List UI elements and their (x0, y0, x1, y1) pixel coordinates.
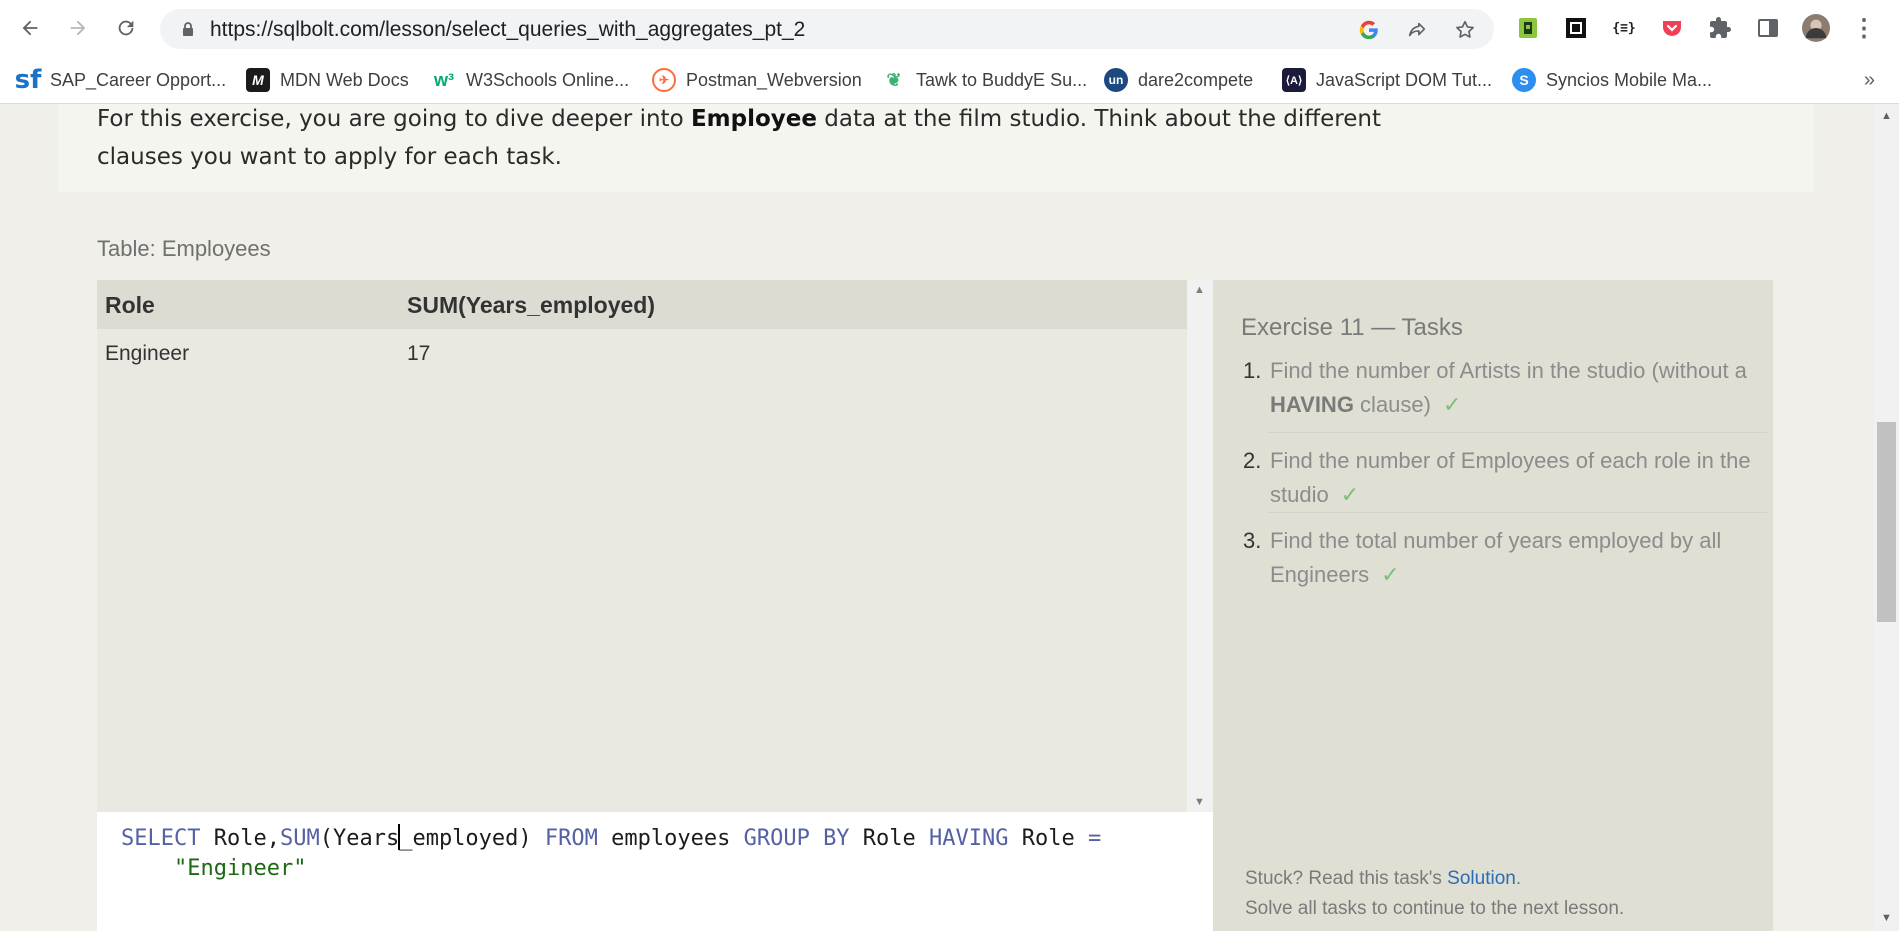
forward-button[interactable] (60, 10, 96, 46)
back-button[interactable] (12, 10, 48, 46)
tasks-title: Exercise 11 — Tasks (1241, 314, 1463, 341)
check-icon: ✓ (1340, 482, 1360, 507)
browser-toolbar: https://sqlbolt.com/lesson/select_querie… (0, 0, 1899, 57)
bookmark-item[interactable]: ⟨A⟩ JavaScript DOM Tut... (1282, 66, 1492, 94)
url-text: https://sqlbolt.com/lesson/select_querie… (210, 18, 806, 41)
tawk-icon: ❦ (882, 68, 906, 92)
task-text: Find the number of Employees of each rol… (1270, 448, 1751, 507)
address-bar[interactable]: https://sqlbolt.com/lesson/select_querie… (160, 9, 1494, 49)
task-divider (1267, 512, 1767, 513)
bookmarks-bar: sf SAP_Career Opport... M MDN Web Docs w… (0, 57, 1899, 104)
help-text: Stuck? Read this task's Solution. Solve … (1245, 868, 1625, 919)
lesson-page: For this exercise, you are going to dive… (0, 104, 1874, 931)
share-icon[interactable] (1404, 17, 1430, 43)
bookmark-star-icon[interactable] (1452, 17, 1478, 43)
bookmark-item[interactable]: ❦ Tawk to BuddyE Su... (882, 66, 1087, 94)
results-scrollbar[interactable]: ▲ ▼ (1187, 280, 1213, 812)
query-results-table: Role SUM(Years_employed) Engineer 17 (97, 280, 1187, 812)
syncios-icon: S (1512, 68, 1536, 92)
bookmark-item[interactable]: ✈ Postman_Webversion (652, 66, 862, 94)
column-header: SUM(Years_employed) (407, 292, 655, 318)
continue-hint: Solve all tasks to continue to the next … (1245, 898, 1625, 919)
chrome-menu-icon[interactable]: ⋮ (1850, 14, 1878, 42)
reload-icon (118, 20, 134, 36)
page-scroll-down-arrow-icon[interactable]: ▼ (1881, 912, 1892, 924)
reload-button[interactable] (108, 10, 144, 46)
side-panel-icon[interactable] (1754, 14, 1782, 42)
pocket-icon[interactable] (1658, 14, 1686, 42)
task-text: Find the total number of years employed … (1270, 528, 1722, 587)
bookmark-item[interactable]: S Syncios Mobile Ma... (1512, 66, 1712, 94)
profile-avatar[interactable] (1802, 14, 1830, 42)
lock-icon (183, 22, 193, 36)
bookmark-label: dare2compete (1138, 69, 1254, 90)
green-extension-icon[interactable] (1514, 14, 1542, 42)
w3schools-icon: w³ (432, 68, 456, 92)
page-scroll-up-arrow-icon[interactable]: ▲ (1881, 110, 1892, 122)
page-scrollbar-thumb[interactable] (1877, 422, 1896, 622)
table-cell: 17 (407, 342, 431, 365)
postman-icon: ✈ (652, 68, 676, 92)
bookmark-label: Postman_Webversion (686, 69, 862, 90)
scroll-down-arrow-icon[interactable]: ▼ (1194, 796, 1205, 808)
bookmark-item[interactable]: sf SAP_Career Opport... (14, 65, 227, 95)
exercise-intro-text: For this exercise, you are going to dive… (97, 106, 1381, 170)
exercise-intro-card: For this exercise, you are going to dive… (58, 104, 1814, 192)
bookmark-item[interactable]: M MDN Web Docs (246, 66, 409, 94)
page-scrollbar[interactable]: ▲ ▼ (1874, 104, 1899, 931)
sql-query-text[interactable]: SELECT Role,SUM(Years_employed) FROM emp… (121, 824, 1101, 884)
table-caption: Table: Employees (97, 236, 271, 261)
task-divider (1267, 432, 1767, 433)
google-icon[interactable] (1356, 17, 1382, 43)
solution-link[interactable]: Solution (1447, 868, 1516, 889)
intro-bold-term: Employee (690, 106, 817, 132)
bookmark-label: Syncios Mobile Ma... (1546, 69, 1713, 90)
bookmarks-overflow-button[interactable]: » (1864, 69, 1875, 92)
bookmark-item[interactable]: un dare2compete (1104, 66, 1253, 94)
js-dom-icon: ⟨A⟩ (1282, 68, 1306, 92)
bookmark-label: Tawk to BuddyE Su... (916, 69, 1088, 90)
task-number: 2. (1243, 448, 1262, 473)
sql-editor[interactable]: SELECT Role,SUM(Years_employed) FROM emp… (97, 812, 1213, 931)
task-number: 1. (1243, 358, 1262, 383)
json-formatter-icon[interactable]: {≡} (1610, 14, 1638, 42)
frame-extension-icon[interactable] (1562, 14, 1590, 42)
table-header-row: Role SUM(Years_employed) (97, 280, 1187, 329)
task-text: Find the number of Artists in the studio… (1270, 358, 1747, 417)
column-header: Role (105, 292, 155, 318)
mdn-icon: M (246, 68, 270, 92)
task-number: 3. (1243, 528, 1262, 553)
scroll-up-arrow-icon[interactable]: ▲ (1194, 284, 1205, 296)
back-arrow-icon (22, 20, 38, 36)
check-icon: ✓ (1381, 562, 1400, 587)
unstop-icon: un (1104, 68, 1128, 92)
bookmark-item[interactable]: w³ W3Schools Online... (432, 66, 629, 94)
sap-icon: sf (14, 65, 42, 95)
check-icon: ✓ (1442, 392, 1462, 417)
bookmark-label: MDN Web Docs (280, 69, 409, 90)
forward-arrow-icon (70, 20, 86, 36)
tasks-panel: Exercise 11 — Tasks 1. Find the number o… (1213, 280, 1773, 931)
bookmark-label: SAP_Career Opport... (50, 69, 227, 90)
bookmark-label: JavaScript DOM Tut... (1316, 69, 1493, 90)
table-cell: Engineer (105, 342, 190, 365)
extensions-puzzle-icon[interactable] (1706, 14, 1734, 42)
bookmark-label: W3Schools Online... (466, 69, 630, 90)
